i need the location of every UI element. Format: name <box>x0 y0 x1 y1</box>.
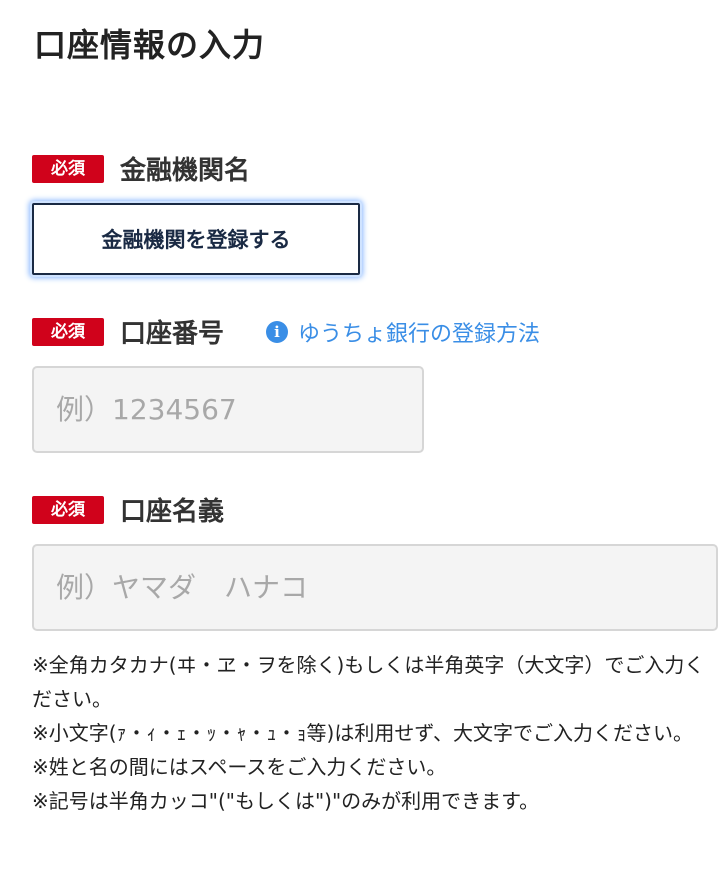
input-notes: ※全角カタカナ(ヰ・ヱ・ヲを除く)もしくは半角英字（大文字）でご入力ください。 … <box>32 648 712 818</box>
institution-field-header: 必須 金融機関名 <box>32 150 250 187</box>
yucho-help-link[interactable]: i ゆうちょ銀行の登録方法 <box>266 316 540 348</box>
account-number-field-header: 必須 口座番号 i ゆうちょ銀行の登録方法 <box>32 313 540 350</box>
required-badge: 必須 <box>32 495 104 524</box>
required-badge: 必須 <box>32 317 104 346</box>
account-number-input[interactable] <box>32 366 424 453</box>
note-item: ※全角カタカナ(ヰ・ヱ・ヲを除く)もしくは半角英字（大文字）でご入力ください。 <box>32 653 705 711</box>
page-title: 口座情報の入力 <box>34 26 266 64</box>
info-icon: i <box>266 320 289 343</box>
note-item: ※小文字(ｧ・ｨ・ｪ・ｯ・ｬ・ｭ・ｮ等)は利用せず、大文字でご入力ください。 <box>32 721 693 745</box>
yucho-help-link-label: ゆうちょ銀行の登録方法 <box>298 321 541 347</box>
note-item: ※姓と名の間にはスペースをご入力ください。 <box>32 755 447 779</box>
register-institution-button[interactable]: 金融機関を登録する <box>32 203 360 275</box>
account-holder-label: 口座名義 <box>120 497 225 527</box>
account-number-label: 口座番号 <box>120 319 225 349</box>
required-badge: 必須 <box>32 154 104 183</box>
institution-label: 金融機関名 <box>120 156 251 186</box>
note-item: ※記号は半角カッコ"("もしくは")"のみが利用できます。 <box>32 789 540 813</box>
account-holder-field-header: 必須 口座名義 <box>32 491 224 528</box>
account-holder-input[interactable] <box>32 544 718 631</box>
